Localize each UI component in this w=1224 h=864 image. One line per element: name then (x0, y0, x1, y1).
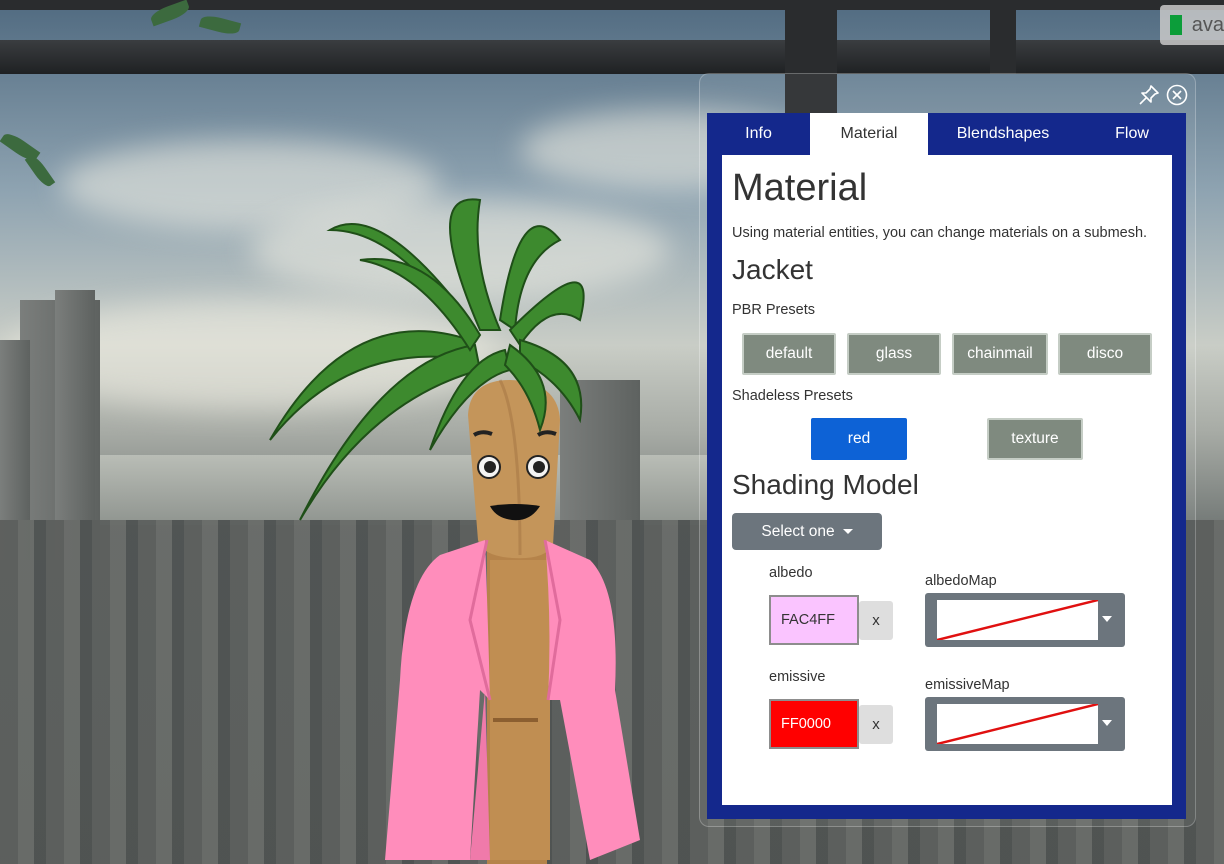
emissive-clear-button[interactable]: x (859, 705, 893, 744)
emissive-map-select[interactable] (925, 697, 1125, 751)
avatar-editor-panel: Info Material Blendshapes Flow Material … (707, 113, 1186, 819)
albedo-map-select[interactable] (925, 593, 1125, 647)
chevron-down-icon (1102, 720, 1112, 726)
page-title: Material (732, 167, 868, 209)
chevron-down-icon (1102, 616, 1112, 622)
albedo-value: FAC4FF (781, 612, 835, 628)
caret-down-icon (842, 529, 853, 534)
tab-bar: Info Material Blendshapes Flow (707, 113, 1186, 155)
shadeless-presets-label: Shadeless Presets (732, 388, 853, 404)
close-icon[interactable] (1166, 84, 1188, 106)
section-title-shading-model: Shading Model (732, 469, 919, 500)
preset-chainmail-button[interactable]: chainmail (952, 333, 1048, 375)
emissive-value: FF0000 (781, 716, 831, 732)
dropdown-label: Select one (761, 522, 835, 540)
user-badge[interactable]: ava (1160, 5, 1224, 45)
emissive-map-empty-preview (937, 704, 1098, 744)
albedo-label: albedo (769, 565, 813, 581)
shading-model-dropdown[interactable]: Select one (732, 513, 882, 550)
pbr-presets-label: PBR Presets (732, 302, 815, 318)
tab-material[interactable]: Material (810, 113, 928, 155)
tab-blendshapes[interactable]: Blendshapes (928, 113, 1078, 155)
emissive-label: emissive (769, 669, 826, 685)
page-description: Using material entities, you can change … (732, 225, 1148, 241)
emissive-color-field[interactable]: FF0000 (769, 699, 859, 749)
tab-info[interactable]: Info (707, 113, 810, 155)
albedo-map-empty-preview (937, 600, 1098, 640)
preset-glass-button[interactable]: glass (847, 333, 941, 375)
emissive-map-label: emissiveMap (925, 677, 1010, 693)
preset-red-button[interactable]: red (811, 418, 907, 460)
albedo-map-label: albedoMap (925, 573, 997, 589)
preset-texture-button[interactable]: texture (987, 418, 1083, 460)
status-indicator (1170, 15, 1182, 35)
preset-disco-button[interactable]: disco (1058, 333, 1152, 375)
albedo-color-field[interactable]: FAC4FF (769, 595, 859, 645)
tab-flow[interactable]: Flow (1078, 113, 1186, 155)
pin-icon[interactable] (1138, 84, 1160, 106)
user-name: ava (1191, 13, 1224, 36)
albedo-clear-button[interactable]: x (859, 601, 893, 640)
section-title-jacket: Jacket (732, 254, 813, 285)
material-content: Material Using material entities, you ca… (722, 155, 1172, 805)
preset-default-button[interactable]: default (742, 333, 836, 375)
